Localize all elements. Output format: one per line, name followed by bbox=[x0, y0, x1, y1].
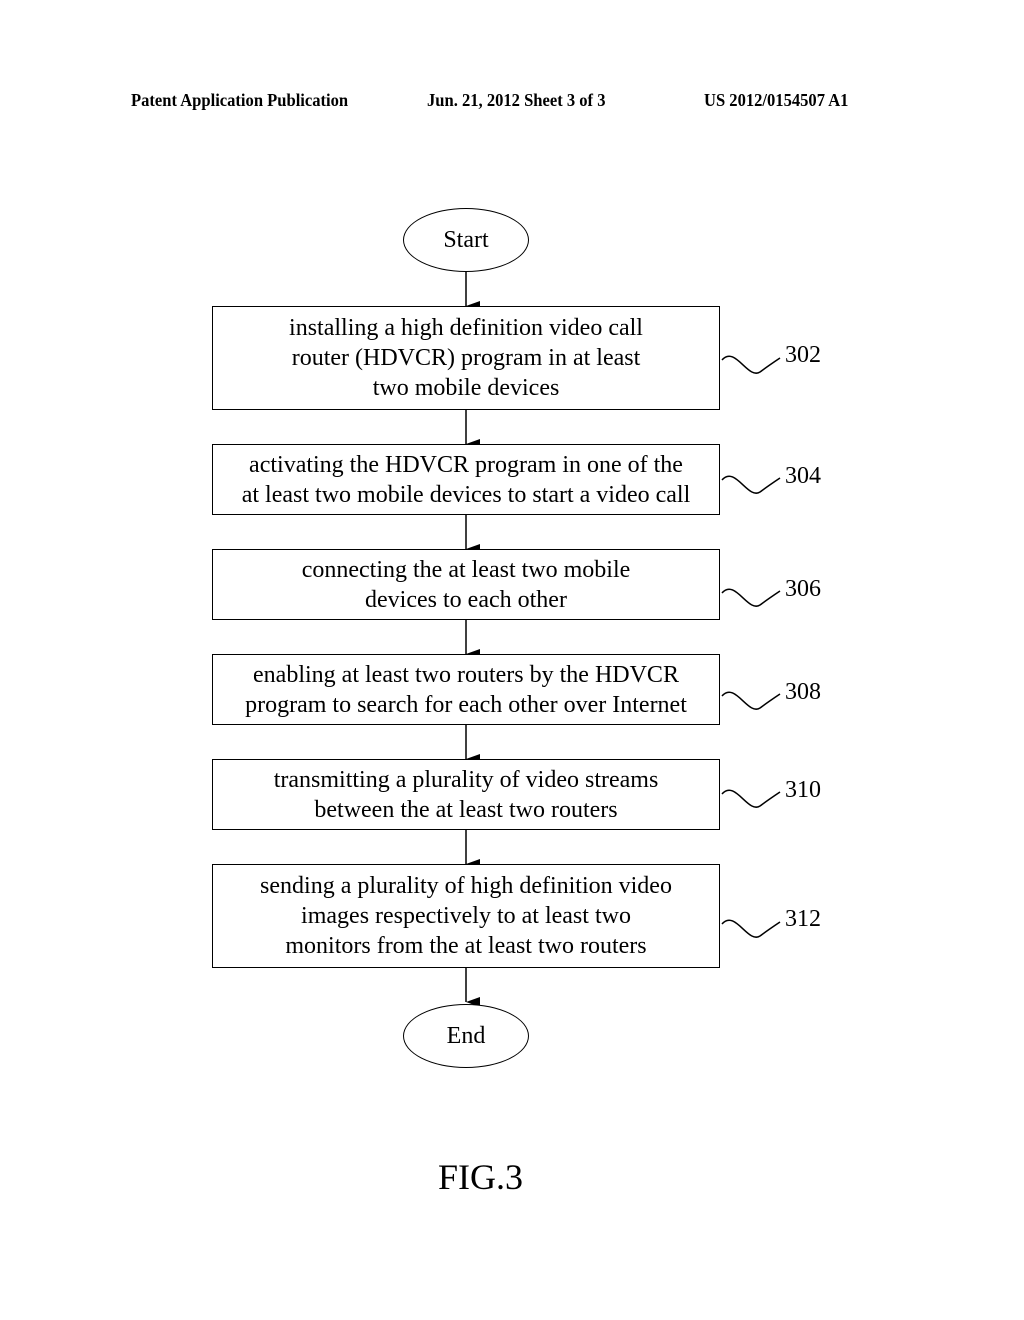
step-306-box: connecting the at least two mobile devic… bbox=[212, 549, 720, 620]
figure-label: FIG.3 bbox=[438, 1157, 524, 1197]
ref-304: 304 bbox=[785, 463, 821, 489]
leader-302 bbox=[721, 355, 781, 374]
step-312-line: monitors from the at least two routers bbox=[285, 933, 647, 959]
step-308-line: enabling at least two routers by the HDV… bbox=[253, 661, 679, 688]
step-302-line: installing a high definition video call bbox=[289, 315, 643, 341]
ref-302: 302 bbox=[785, 342, 821, 368]
leader-304 bbox=[721, 475, 781, 494]
step-312-line: images respectively to at least two bbox=[301, 903, 631, 929]
step-302-line: router (HDVCR) program in at least bbox=[291, 345, 641, 371]
ref-308: 308 bbox=[785, 679, 821, 705]
step-304-box: activating the HDVCR program in one of t… bbox=[212, 444, 720, 515]
step-312-box: sending a plurality of high definition v… bbox=[212, 864, 720, 968]
step-312-line: sending a plurality of high definition v… bbox=[260, 873, 672, 899]
ref-306: 306 bbox=[785, 576, 821, 602]
leader-310 bbox=[721, 789, 781, 808]
step-310-line: between the at least two routers bbox=[314, 796, 618, 823]
ref-310: 310 bbox=[785, 777, 821, 803]
step-306-line: devices to each other bbox=[365, 586, 567, 613]
ref-312: 312 bbox=[785, 906, 821, 932]
step-304-line: at least two mobile devices to start a v… bbox=[241, 481, 691, 508]
step-302-box: installing a high definition video call … bbox=[212, 306, 720, 410]
step-308-line: program to search for each other over In… bbox=[245, 691, 687, 718]
step-302-line: two mobile devices bbox=[372, 375, 560, 401]
leader-306 bbox=[721, 588, 781, 607]
leader-308 bbox=[721, 691, 781, 710]
step-304-line: activating the HDVCR program in one of t… bbox=[249, 451, 683, 478]
leader-312 bbox=[721, 919, 781, 938]
step-306-line: connecting the at least two mobile bbox=[301, 556, 631, 583]
step-310-line: transmitting a plurality of video stream… bbox=[273, 766, 659, 793]
step-310-box: transmitting a plurality of video stream… bbox=[212, 759, 720, 830]
start-terminal: Start bbox=[403, 208, 529, 272]
step-308-box: enabling at least two routers by the HDV… bbox=[212, 654, 720, 725]
end-terminal: End bbox=[403, 1004, 529, 1068]
